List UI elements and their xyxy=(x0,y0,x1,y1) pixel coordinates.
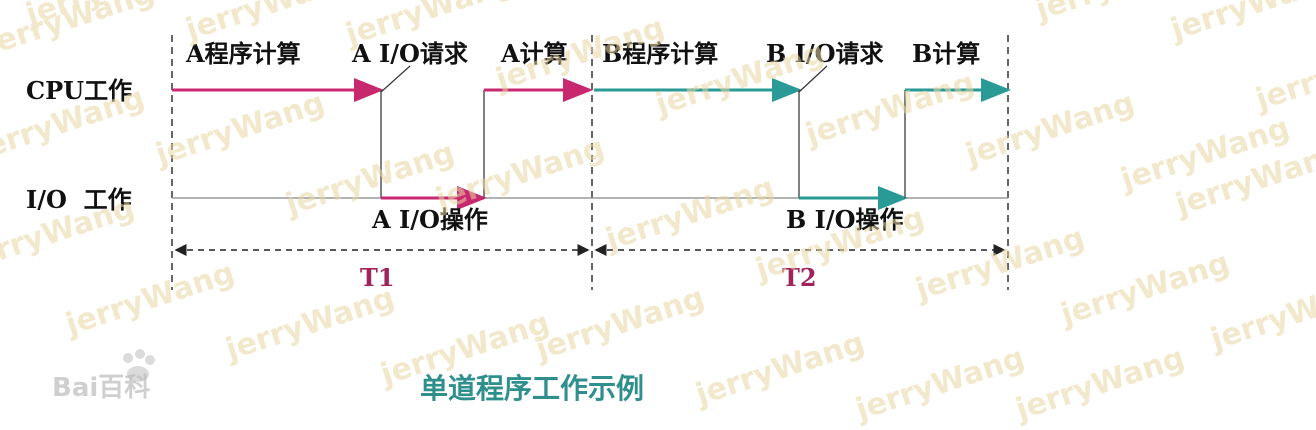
watermark: jerryWang xyxy=(221,280,399,368)
watermark: jerryWang xyxy=(1206,270,1316,358)
watermark: jerryWang xyxy=(1166,0,1316,48)
watermark: jerryWang xyxy=(961,85,1139,173)
watermark: jerryWang xyxy=(151,85,329,173)
leader-a-io-request xyxy=(380,65,411,93)
watermark: jerryWang xyxy=(0,0,159,63)
timing-diagram: CPU工作 I/O 工作 A程序计算 A I/O请求 A计算 B程序计算 B I… xyxy=(0,0,1316,428)
watermark: jerryWang xyxy=(601,170,779,258)
label-b-finish: B计算 xyxy=(912,39,980,68)
watermark: jerryWang xyxy=(531,280,709,368)
watermark: jerryWang xyxy=(431,130,609,218)
watermark: jerryWang xyxy=(1251,30,1316,118)
watermark: jerryWang xyxy=(1011,340,1189,428)
label-a-io-operation: A I/O操作 xyxy=(371,205,488,234)
baidu-logo-text: Bai百科 xyxy=(52,373,150,403)
watermark: jerryWang xyxy=(61,255,239,343)
watermark: jerryWang xyxy=(801,65,979,153)
diagram: CPU工作 I/O 工作 A程序计算 A I/O请求 A计算 B程序计算 B I… xyxy=(0,0,1316,430)
watermark: jerryWang xyxy=(911,220,1089,308)
caption: 单道程序工作示例 xyxy=(420,372,644,405)
watermark: jerryWang xyxy=(1056,245,1234,333)
watermark: jerryWang xyxy=(851,340,1029,428)
watermark: jerryWang xyxy=(691,325,869,413)
